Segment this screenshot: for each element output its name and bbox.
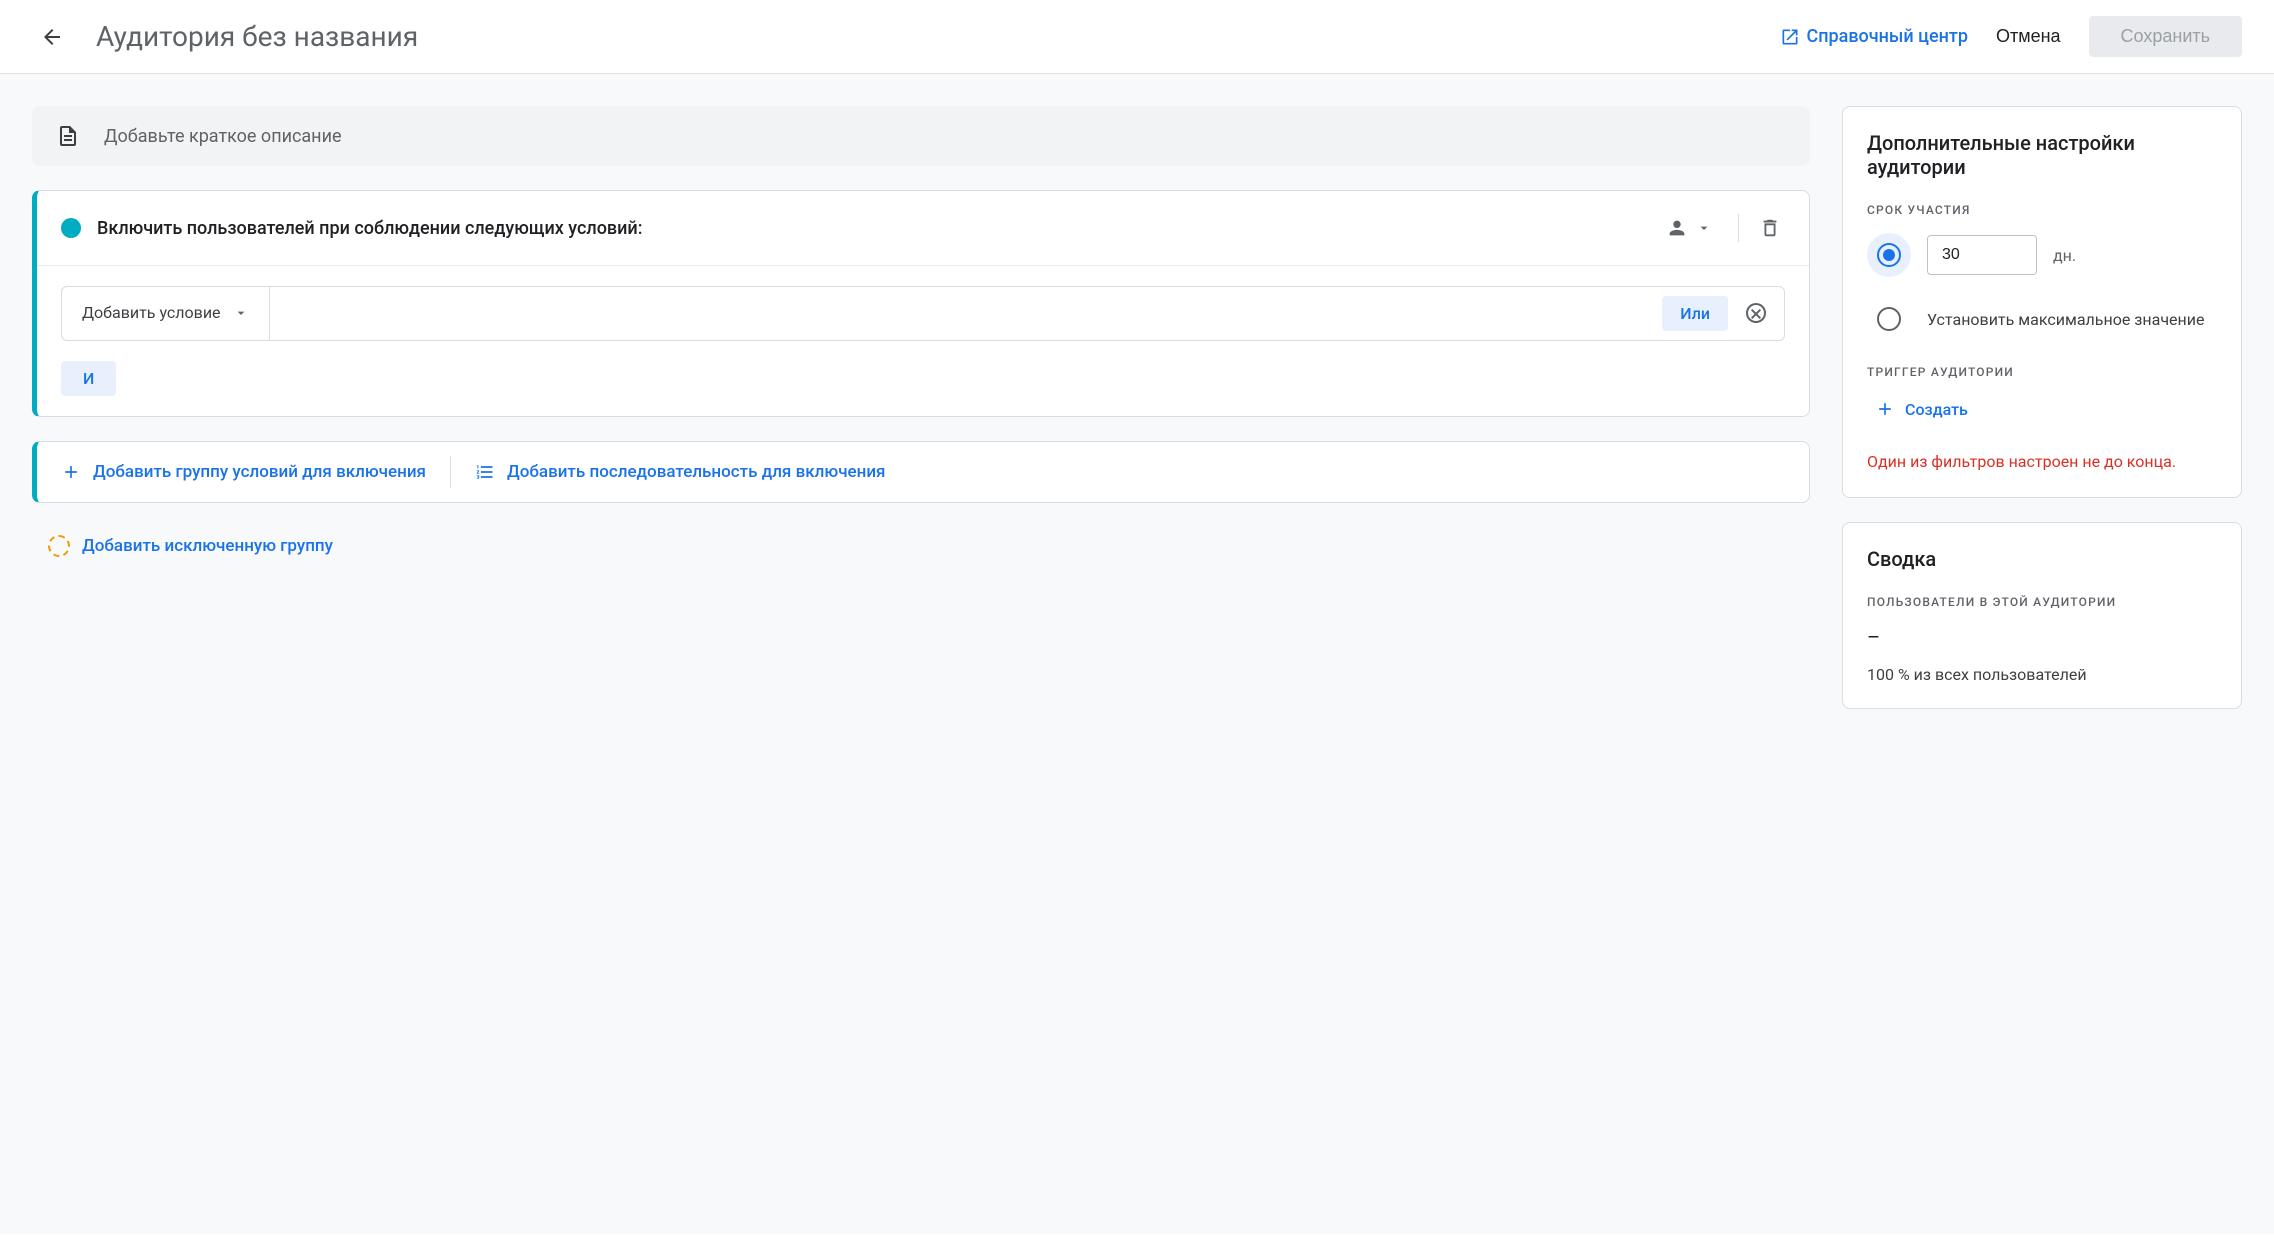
trash-icon <box>1759 217 1781 239</box>
duration-days-radio[interactable] <box>1877 243 1901 267</box>
delete-group-button[interactable] <box>1755 213 1785 243</box>
summary-panel: Сводка ПОЛЬЗОВАТЕЛИ В ЭТОЙ АУДИТОРИИ – 1… <box>1842 522 2242 709</box>
description-placeholder: Добавьте краткое описание <box>104 126 342 147</box>
add-sequence-button[interactable]: Добавить последовательность для включени… <box>451 442 910 502</box>
add-include-actions-card: Добавить группу условий для включения До… <box>32 441 1810 503</box>
condition-spacer <box>270 287 1647 340</box>
duration-radio-row: дн. <box>1867 233 2217 277</box>
summary-percent-text: 100 % из всех пользователей <box>1867 665 2217 684</box>
duration-max-radio-row: Установить максимальное значение <box>1867 297 2217 341</box>
condition-or-area: Или <box>1646 287 1784 340</box>
and-chip-wrapper: И <box>37 361 1809 416</box>
radio-inner-dot <box>1883 249 1895 261</box>
help-center-label: Справочный центр <box>1806 26 1967 47</box>
description-input[interactable]: Добавьте краткое описание <box>32 106 1810 166</box>
help-center-link[interactable]: Справочный центр <box>1780 26 1967 47</box>
settings-panel: Дополнительные настройки аудитории СРОК … <box>1842 106 2242 498</box>
sidebar-column: Дополнительные настройки аудитории СРОК … <box>1842 106 2242 1202</box>
add-condition-group-button[interactable]: Добавить группу условий для включения <box>37 442 450 502</box>
add-condition-group-label: Добавить группу условий для включения <box>93 462 426 482</box>
duration-max-radio-halo <box>1867 297 1911 341</box>
add-condition-button[interactable]: Добавить условие <box>62 287 270 340</box>
chevron-down-icon <box>233 305 249 321</box>
scope-selector[interactable] <box>1656 211 1722 245</box>
trigger-section-label: ТРИГГЕР АУДИТОРИИ <box>1867 365 2217 379</box>
duration-max-radio[interactable] <box>1877 307 1901 331</box>
save-button[interactable]: Сохранить <box>2089 16 2242 57</box>
description-icon <box>56 124 80 148</box>
add-sequence-label: Добавить последовательность для включени… <box>507 462 886 482</box>
page-header: Аудитория без названия Справочный центр … <box>0 0 2274 74</box>
close-circle-icon <box>1744 301 1768 325</box>
add-exclude-group-label: Добавить исключенную группу <box>82 536 333 556</box>
plus-icon <box>1875 399 1895 419</box>
or-chip[interactable]: Или <box>1662 296 1728 331</box>
add-condition-label: Добавить условие <box>82 303 221 324</box>
remove-condition-button[interactable] <box>1744 301 1768 325</box>
add-exclude-group-button[interactable]: Добавить исключенную группу <box>32 527 1810 565</box>
condition-body: Добавить условие Или <box>37 266 1809 361</box>
page-body: Добавьте краткое описание Включить польз… <box>0 74 2274 1234</box>
duration-unit-label: дн. <box>2053 246 2076 265</box>
dashed-circle-icon <box>48 535 70 557</box>
builder-column: Добавьте краткое описание Включить польз… <box>32 106 1810 1202</box>
settings-panel-title: Дополнительные настройки аудитории <box>1867 131 2217 179</box>
plus-icon <box>61 462 81 482</box>
back-button[interactable] <box>32 17 72 57</box>
include-group-card: Включить пользователей при соблюдении сл… <box>32 190 1810 417</box>
header-divider <box>1738 214 1739 242</box>
user-icon <box>1666 217 1688 239</box>
condition-row: Добавить условие Или <box>61 286 1785 341</box>
open-external-icon <box>1780 27 1800 47</box>
arrow-back-icon <box>40 25 64 49</box>
summary-panel-title: Сводка <box>1867 547 2217 571</box>
cancel-button[interactable]: Отмена <box>1996 26 2061 47</box>
include-group-title: Включить пользователей при соблюдении сл… <box>97 218 1656 239</box>
include-indicator-dot <box>61 218 81 238</box>
and-chip[interactable]: И <box>61 361 116 396</box>
create-trigger-button[interactable]: Создать <box>1875 399 1968 419</box>
create-trigger-label: Создать <box>1905 400 1968 419</box>
summary-users-value: – <box>1867 625 2217 649</box>
page-title[interactable]: Аудитория без названия <box>96 20 1780 53</box>
duration-days-input[interactable] <box>1927 235 2037 275</box>
include-group-header: Включить пользователей при соблюдении сл… <box>37 191 1809 266</box>
summary-users-label: ПОЛЬЗОВАТЕЛИ В ЭТОЙ АУДИТОРИИ <box>1867 595 2217 609</box>
duration-days-radio-halo <box>1867 233 1911 277</box>
duration-max-label: Установить максимальное значение <box>1927 310 2204 329</box>
filter-error-message: Один из фильтров настроен не до конца. <box>1867 451 2217 473</box>
trigger-section: ТРИГГЕР АУДИТОРИИ Создать <box>1867 365 2217 423</box>
sequence-icon <box>475 462 495 482</box>
membership-duration-label: СРОК УЧАСТИЯ <box>1867 203 2217 217</box>
chevron-down-icon <box>1696 220 1712 236</box>
